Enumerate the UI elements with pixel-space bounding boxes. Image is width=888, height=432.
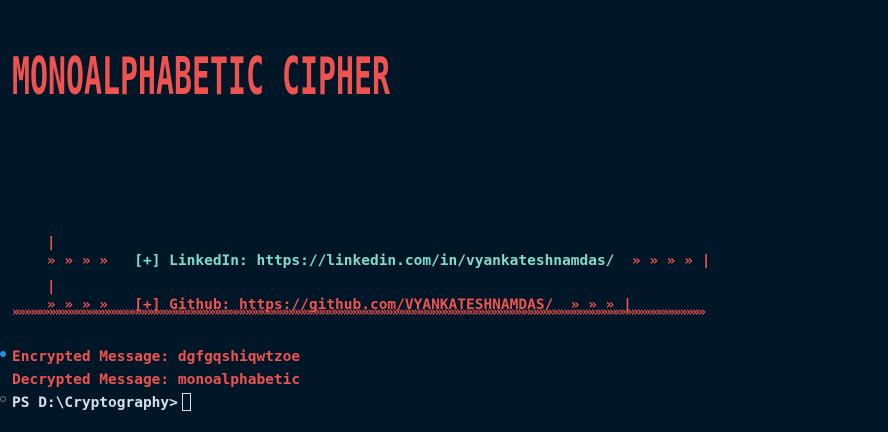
- text-cursor[interactable]: [181, 393, 191, 411]
- command-status-dot-icon[interactable]: [0, 351, 6, 357]
- pipe-right: |: [701, 253, 711, 269]
- encrypted-label: Encrypted Message:: [12, 349, 170, 365]
- decrypted-value: monoalphabetic: [177, 372, 301, 388]
- decrypted-label: Decrypted Message:: [12, 372, 170, 388]
- prompt-text: PS D:\Cryptography>: [12, 395, 178, 411]
- arrows-right: » » » »: [631, 253, 693, 269]
- separator-line: »»»»»»»»»»»»»»»»»»»»»»»»»»»»»»»»»»»»»»»»…: [12, 305, 706, 320]
- github-line: | » » » » [+] Github: https://github.com…: [12, 260, 632, 332]
- pipe-left: |: [46, 235, 56, 251]
- prompt-line[interactable]: PS D:\Cryptography>: [12, 393, 191, 412]
- ascii-banner: MONOALPHABETIC CIPHER: [12, 44, 412, 106]
- terminal-window[interactable]: MONOALPHABETIC CIPHER | » » » » [+] Link…: [0, 0, 888, 432]
- encrypted-message-line: Encrypted Message: dgfgqshiqwtzoe: [12, 348, 300, 366]
- encrypted-value: dgfgqshiqwtzoe: [177, 349, 301, 365]
- decrypted-message-line: Decrypted Message: monoalphabetic: [12, 371, 300, 389]
- pipe-left: |: [46, 279, 56, 295]
- banner-title-art: MONOALPHABETIC CIPHER: [12, 47, 390, 106]
- prompt-status-dot-icon[interactable]: [0, 396, 6, 402]
- banner-title: MONOALPHABETIC CIPHER: [12, 47, 390, 106]
